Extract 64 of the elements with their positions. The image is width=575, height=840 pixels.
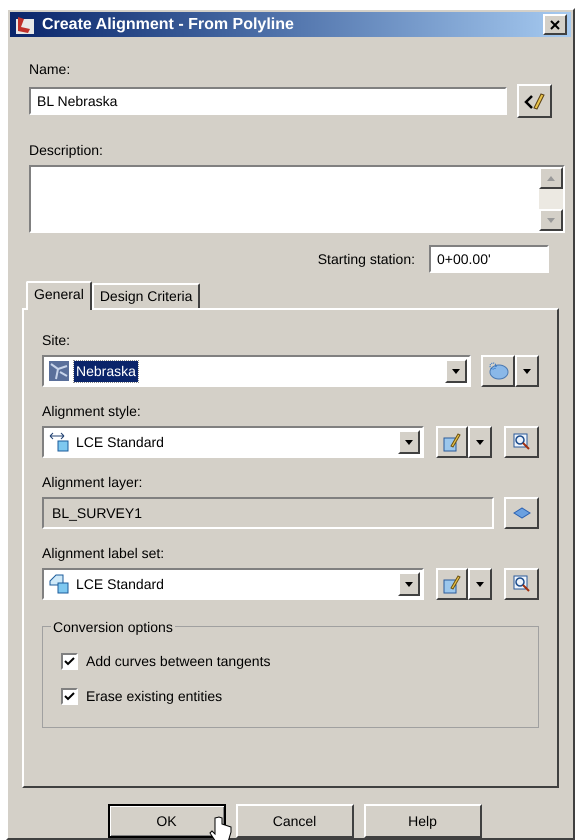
window-title: Create Alignment - From Polyline <box>42 14 295 34</box>
disc-icon <box>487 361 509 381</box>
dropdown-button[interactable] <box>398 430 420 454</box>
edit-style-button[interactable] <box>436 426 468 458</box>
combo-field[interactable]: LCE Standard <box>42 426 424 458</box>
checkbox-label: Add curves between tangents <box>86 652 270 671</box>
combo-value: LCE Standard <box>75 432 165 452</box>
name-template-button[interactable] <box>517 84 552 118</box>
combo-field[interactable]: LCE Standard <box>42 568 424 600</box>
map-icon <box>48 360 70 382</box>
name-field[interactable]: BL Nebraska <box>29 87 508 115</box>
checkbox-label: Erase existing entities <box>86 687 222 706</box>
field-label: Alignment layer: <box>42 473 144 492</box>
dropdown-button[interactable] <box>398 572 420 596</box>
pencil-icon <box>524 91 546 111</box>
checkbox[interactable] <box>61 688 78 705</box>
combo-field[interactable]: Nebraska <box>42 355 471 387</box>
check-icon <box>64 692 75 701</box>
preview-button[interactable] <box>504 568 539 600</box>
field-label: Alignment label set: <box>42 544 166 563</box>
label-icon <box>48 573 70 595</box>
magnifier-icon <box>512 575 531 593</box>
field-label: Alignment style: <box>42 402 142 421</box>
combo-value: LCE Standard <box>75 574 165 594</box>
caret-icon <box>523 368 531 374</box>
edit-style-button[interactable] <box>436 568 468 600</box>
caret-icon <box>476 440 484 444</box>
layer-button[interactable] <box>504 497 539 529</box>
combo-value: Nebraska <box>74 360 138 382</box>
site-button[interactable] <box>481 355 515 387</box>
field-label: Starting station: <box>318 250 415 269</box>
field-label: Site: <box>42 331 72 350</box>
layer-field[interactable]: BL_SURVEY1 <box>42 497 494 529</box>
caret-icon <box>405 440 414 444</box>
dialog-button[interactable]: Help <box>364 804 482 838</box>
close-icon <box>550 20 560 30</box>
tab[interactable]: General <box>26 281 92 310</box>
layers-icon <box>512 507 531 519</box>
check-icon <box>64 657 75 666</box>
dialog-button[interactable]: Cancel <box>236 804 354 838</box>
description-field[interactable] <box>29 165 565 233</box>
pencil-icon <box>443 574 462 594</box>
dropdown-button[interactable] <box>445 359 467 383</box>
caret-icon <box>405 582 414 586</box>
station-field[interactable]: 0+00.00' <box>429 245 549 273</box>
caret-icon <box>476 582 484 586</box>
checkbox[interactable] <box>61 653 78 670</box>
field-label: Name: <box>29 60 72 79</box>
dropdown-button[interactable] <box>515 355 539 387</box>
field-label: Description: <box>29 141 104 160</box>
caret-icon <box>452 368 460 374</box>
pencil-icon <box>443 432 462 452</box>
scrollbar[interactable] <box>539 167 563 231</box>
tab[interactable]: Design Criteria <box>92 283 200 308</box>
preview-button[interactable] <box>504 426 539 458</box>
down-arrow-icon <box>547 218 555 222</box>
dialog-button[interactable]: OK <box>108 804 226 838</box>
up-arrow-icon <box>547 176 555 180</box>
alignment-icon <box>48 431 70 453</box>
dropdown-button[interactable] <box>468 426 492 458</box>
magnifier-icon <box>512 433 531 451</box>
dropdown-button[interactable] <box>468 568 492 600</box>
app-icon <box>14 14 36 34</box>
close-button[interactable] <box>543 14 567 35</box>
